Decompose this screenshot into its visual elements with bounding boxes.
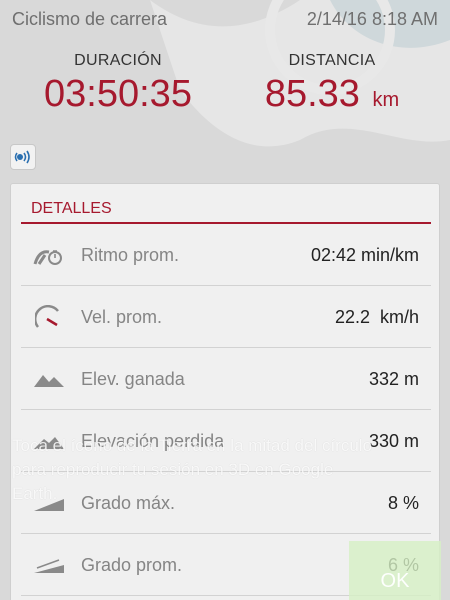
detail-label: Grado prom.: [81, 554, 183, 575]
distance-value: 85.33: [264, 73, 360, 115]
details-section-title: DETALLES: [21, 198, 431, 224]
distance-value-block: 85.33 km: [232, 72, 432, 122]
detail-label: Elev. ganada: [81, 368, 185, 389]
duration-label: DURACIÓN: [74, 52, 162, 69]
detail-value: 8 %: [387, 492, 419, 513]
distance-stat: DISTANCIA 85.33 km: [232, 52, 432, 122]
detail-label: Ritmo prom.: [81, 244, 180, 265]
duration-value: 03:50:35: [44, 73, 192, 115]
audio-feedback-button[interactable]: [10, 144, 36, 170]
detail-value: 332 m: [368, 368, 419, 389]
title-bar: Ciclismo de carrera 2/14/16 8:18 AM: [0, 0, 450, 38]
activity-title: Ciclismo de carrera: [12, 8, 168, 29]
ok-button[interactable]: OK: [349, 541, 441, 600]
incline-avg-icon: [31, 553, 67, 577]
detail-row-elevation-gain: Elev. ganada 332 m: [21, 349, 431, 410]
duration-stat: DURACIÓN 03:50:35: [18, 52, 218, 116]
summary-stats: DURACIÓN 03:50:35 DISTANCIA 85.33 km: [0, 52, 450, 132]
details-panel: DETALLES Ritmo prom. 02:42 min/km Vel. p…: [10, 183, 440, 600]
earth-playback-hint: Toca el ícono de la Tierra en la mitad d…: [12, 436, 373, 503]
detail-value: 02:42 min/km: [310, 244, 419, 265]
detail-row-avg-speed: Vel. prom. 22.2 km/h: [21, 287, 431, 348]
mountain-up-icon: [31, 367, 67, 391]
detail-row-avg-pace: Ritmo prom. 02:42 min/km: [21, 225, 431, 286]
pace-stopwatch-icon: [31, 243, 67, 267]
session-datetime: 2/14/16 8:18 AM: [306, 8, 438, 29]
speedometer-icon: [31, 305, 67, 329]
ok-label: OK: [380, 570, 410, 592]
detail-value: 22.2 km/h: [334, 306, 419, 327]
speaker-sound-icon: [14, 150, 30, 164]
distance-label: DISTANCIA: [288, 52, 376, 69]
distance-unit: km: [372, 89, 400, 111]
detail-label: Vel. prom.: [81, 306, 163, 327]
